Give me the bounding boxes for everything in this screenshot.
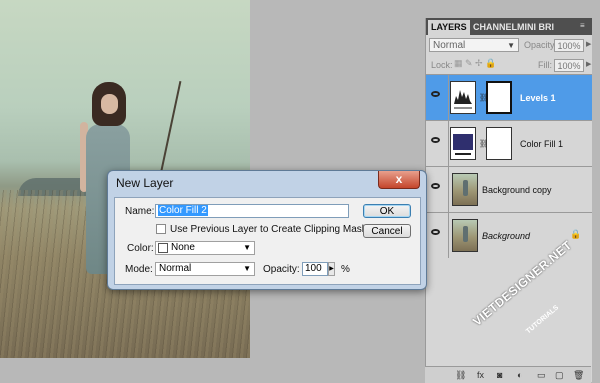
opacity-label: Opacity: — [524, 40, 558, 50]
thumb-figure — [463, 180, 468, 196]
name-field[interactable]: Color Fill 2 — [155, 204, 349, 218]
photo-thumb — [452, 173, 478, 206]
blend-mode-value: Normal — [433, 40, 466, 51]
eye-icon — [431, 137, 440, 143]
visibility-toggle[interactable] — [426, 213, 449, 258]
chevron-down-icon: ▼ — [243, 264, 251, 273]
lock-label: Lock: — [431, 60, 453, 70]
histogram-icon — [454, 90, 472, 109]
thumb-figure — [463, 226, 468, 242]
mode-value: Normal — [159, 263, 192, 274]
layer-mask-thumb[interactable] — [486, 81, 512, 114]
panel-bottom-bar: ⛓ fx ◙ ◐ ▭ ▢ 🗑 — [425, 366, 591, 383]
opacity-field[interactable]: 100 — [302, 262, 328, 276]
eye-icon — [431, 91, 440, 97]
dialog-body: Name: Color Fill 2 OK Use Previous Layer… — [114, 197, 421, 285]
visibility-toggle[interactable] — [426, 121, 449, 166]
ok-button[interactable]: OK — [363, 204, 411, 218]
fill-field[interactable]: 100% — [554, 59, 584, 72]
layer-name: Color Fill 1 — [520, 139, 564, 149]
folder-icon[interactable]: ▭ — [537, 370, 546, 381]
opacity-arrow-icon[interactable]: ▶ — [328, 262, 335, 276]
percent-label: % — [341, 264, 350, 275]
adjustment-icon[interactable]: ◐ — [517, 370, 522, 380]
clipping-mask-label: Use Previous Layer to Create Clipping Ma… — [170, 224, 367, 235]
opacity-arrow-icon[interactable]: ▶ — [586, 40, 591, 48]
close-button[interactable]: x — [378, 171, 420, 189]
layer-row-background-copy[interactable]: Background copy — [426, 166, 592, 212]
layer-name: Background — [482, 231, 531, 241]
color-select[interactable]: None ▼ — [155, 241, 255, 255]
visibility-toggle[interactable] — [426, 75, 449, 120]
lock-icons[interactable]: ▦ ✎ ✢ 🔒 — [454, 58, 496, 69]
lock-icon: 🔒 — [570, 229, 582, 239]
tab-mini-bridge[interactable]: MINI BRI — [514, 20, 557, 35]
layer-row-color-fill[interactable]: ⛓ Color Fill 1 — [426, 120, 592, 166]
opacity-field[interactable]: 100% — [554, 39, 584, 52]
dialog-title: New Layer — [116, 176, 174, 190]
visibility-toggle[interactable] — [426, 167, 449, 212]
levels-adjustment-icon — [450, 81, 476, 114]
opacity-label: Opacity: — [263, 264, 300, 275]
mask-icon[interactable]: ◙ — [497, 370, 502, 380]
eye-icon — [431, 229, 440, 235]
layer-name: Background copy — [482, 185, 552, 195]
fx-icon[interactable]: fx — [477, 370, 484, 380]
layer-name: Levels 1 — [520, 93, 556, 103]
tab-layers[interactable]: LAYERS — [428, 20, 470, 35]
blend-mode-select[interactable]: Normal ▼ — [429, 38, 519, 52]
chevron-down-icon: ▼ — [243, 243, 251, 252]
name-value: Color Fill 2 — [158, 205, 208, 216]
color-value: None — [171, 242, 195, 253]
name-label: Name: — [125, 206, 155, 217]
tab-channels[interactable]: CHANNEL — [470, 20, 520, 35]
layer-row-levels[interactable]: ⛓ Levels 1 — [426, 74, 592, 120]
fill-swatch — [453, 134, 473, 150]
color-fill-thumb — [450, 127, 476, 160]
panel-tabs: LAYERS CHANNEL MINI BRI — [426, 18, 592, 35]
mode-label: Mode: — [125, 264, 153, 275]
layer-mask-thumb[interactable] — [486, 127, 512, 160]
link-layers-icon[interactable]: ⛓ — [455, 370, 466, 381]
fill-arrow-icon[interactable]: ▶ — [586, 60, 591, 68]
fill-slider-icon — [455, 153, 471, 155]
fill-label: Fill: — [538, 60, 552, 70]
panel-menu-icon[interactable]: ≡ — [580, 21, 588, 31]
mode-select[interactable]: Normal ▼ — [155, 262, 255, 276]
layers-panel: LAYERS CHANNEL MINI BRI ≡ Normal ▼ Opaci… — [425, 18, 592, 382]
new-layer-icon[interactable]: ▢ — [555, 370, 564, 381]
photo-face — [101, 94, 118, 114]
new-layer-dialog: New Layer x Name: Color Fill 2 OK Use Pr… — [107, 170, 427, 290]
color-swatch — [158, 243, 168, 253]
cancel-button[interactable]: Cancel — [363, 224, 411, 238]
chevron-down-icon: ▼ — [507, 41, 515, 50]
clipping-mask-checkbox[interactable] — [156, 224, 166, 234]
color-label: Color: — [127, 243, 154, 254]
trash-icon[interactable]: 🗑 — [573, 370, 584, 381]
photo-thumb — [452, 219, 478, 252]
eye-icon — [431, 183, 440, 189]
